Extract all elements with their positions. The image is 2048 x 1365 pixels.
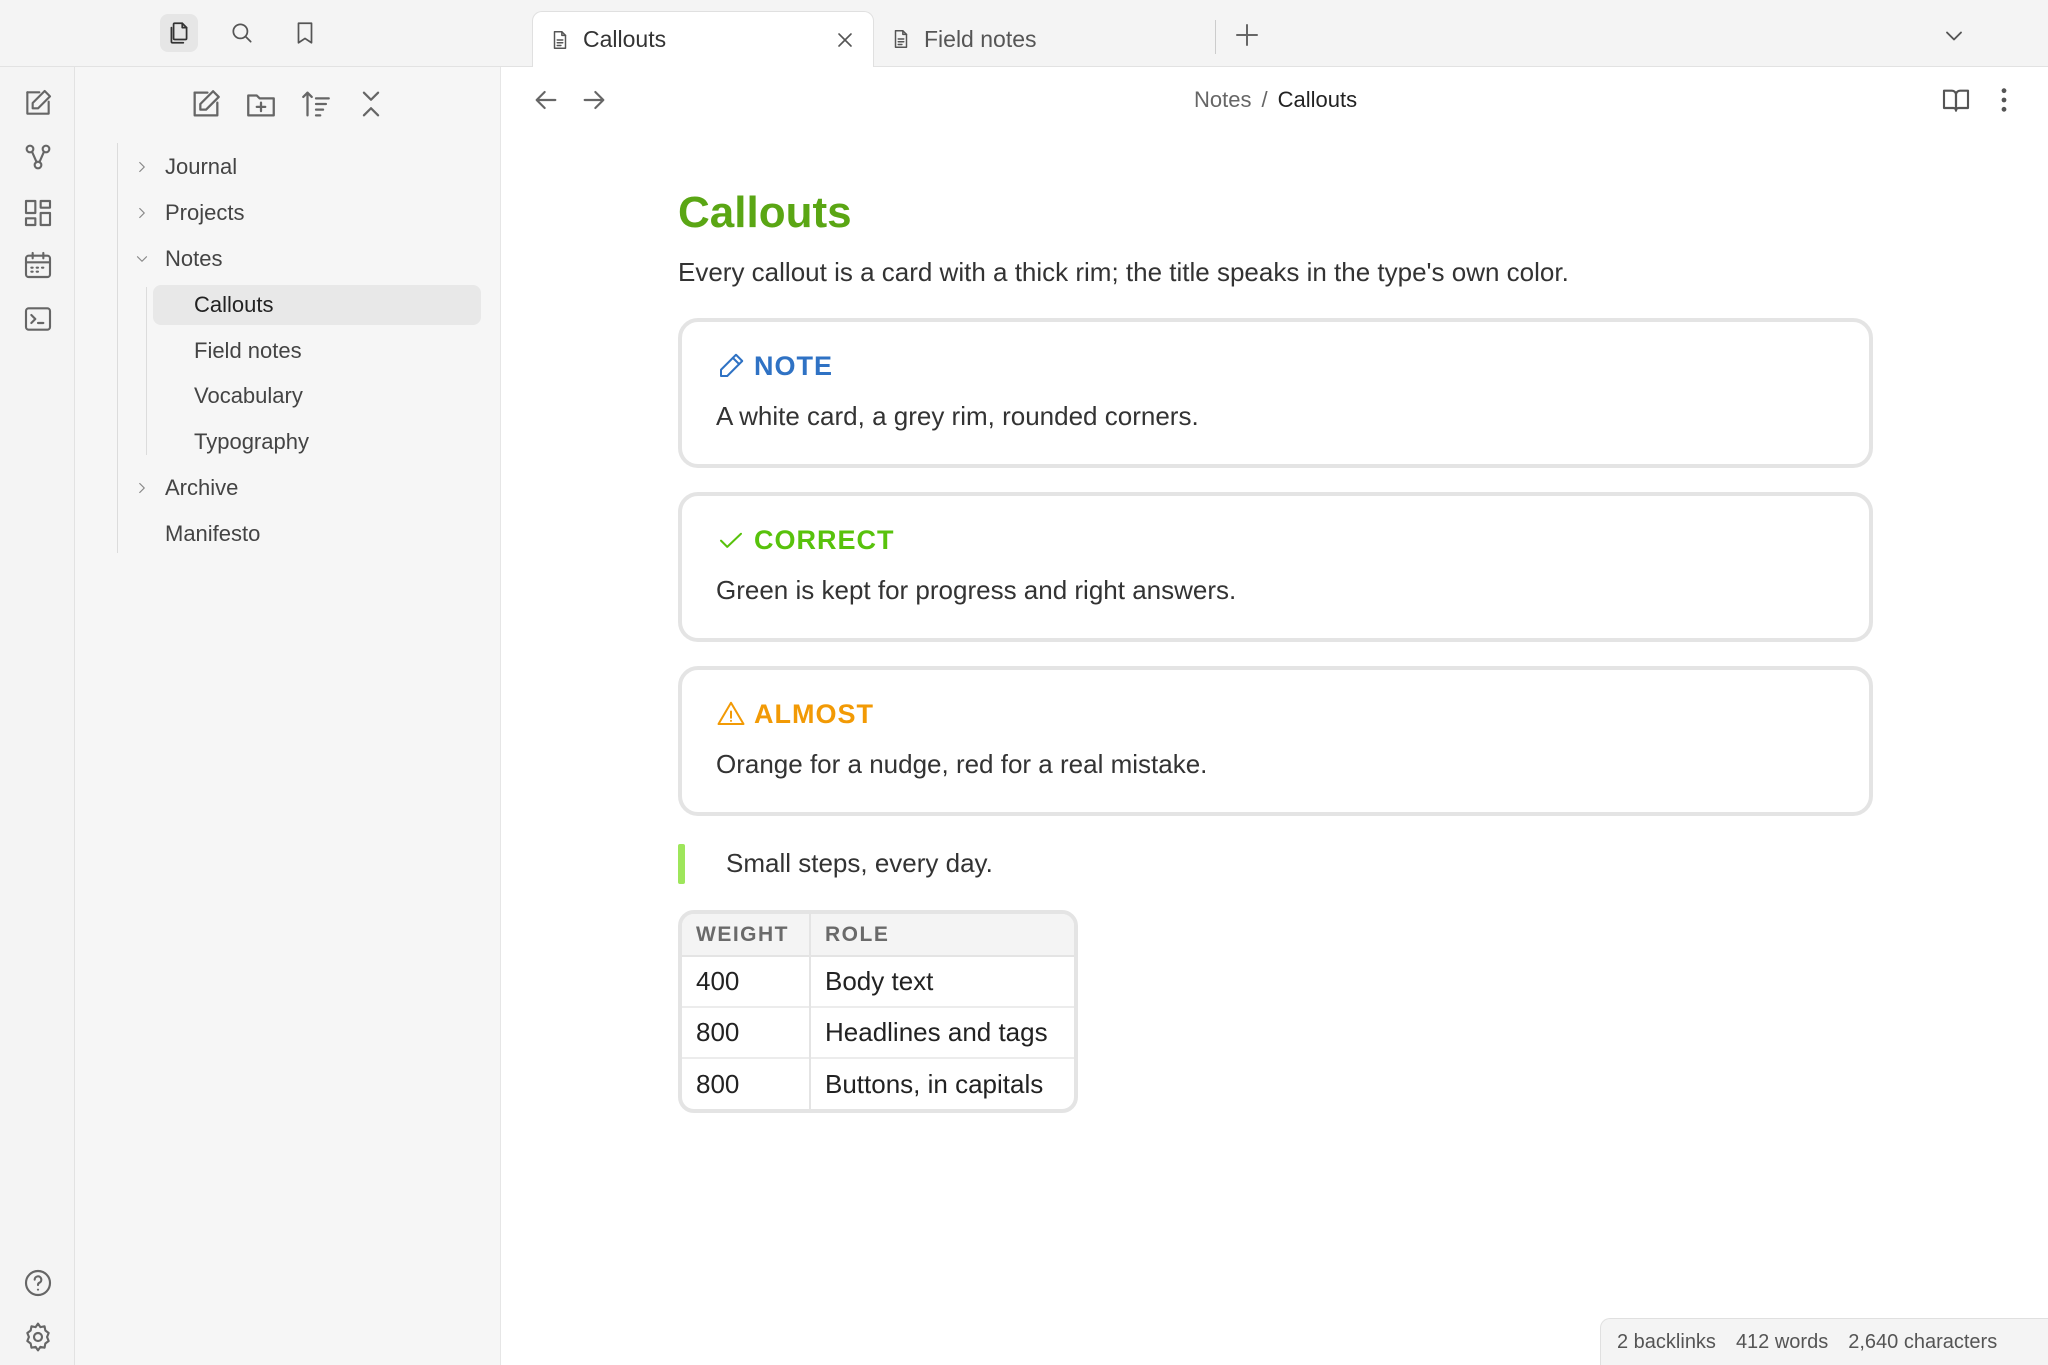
files-icon[interactable] <box>160 14 198 52</box>
character-count: 2,640 characters <box>1848 1330 1998 1353</box>
table-cell[interactable]: Body text <box>810 955 1074 1007</box>
backlinks-count[interactable]: 2 backlinks <box>1617 1331 1716 1354</box>
close-icon[interactable] <box>833 28 857 52</box>
tree-label: Typography <box>194 429 309 454</box>
callout-body: Orange for a nudge, red for a real mista… <box>716 749 1208 779</box>
weights-table[interactable]: WEIGHT ROLE 400 Body text 800 Headlines … <box>678 910 1078 1113</box>
callout-title: NOTE <box>716 348 1835 384</box>
chevron-right-icon[interactable] <box>133 158 151 176</box>
folder-projects[interactable]: Projects <box>139 193 245 233</box>
breadcrumb-parent[interactable]: Notes <box>1194 87 1251 113</box>
table-cell[interactable]: 400 <box>682 955 811 1007</box>
back-arrow-icon[interactable] <box>530 84 562 116</box>
tree-label: Vocabulary <box>194 383 303 408</box>
chevron-down-icon[interactable] <box>1940 22 1968 50</box>
chevron-down-icon[interactable] <box>133 250 151 268</box>
graph-icon[interactable] <box>22 141 54 173</box>
table-row: 800 Headlines and tags <box>682 1006 1074 1058</box>
new-folder-icon[interactable] <box>244 87 278 121</box>
tab-label: Field notes <box>924 25 1037 52</box>
callout-almost[interactable]: ALMOST Orange for a nudge, red for a rea… <box>678 666 1873 816</box>
file-vocabulary[interactable]: Vocabulary <box>194 376 303 416</box>
ribbon <box>0 67 75 1365</box>
word-count: 412 words <box>1735 1330 1829 1353</box>
folder-archive[interactable]: Archive <box>139 468 239 508</box>
bookmark-icon[interactable] <box>286 14 324 52</box>
table-header-row: WEIGHT ROLE <box>682 914 1074 957</box>
file-typography[interactable]: Typography <box>194 422 309 462</box>
tab-separator <box>1215 20 1216 54</box>
tab-label: Callouts <box>583 26 667 52</box>
chevron-right-icon[interactable] <box>133 479 151 497</box>
tree-guide <box>117 143 118 553</box>
tree-label: Journal <box>165 154 238 179</box>
breadcrumb-current[interactable]: Callouts <box>1278 87 1357 113</box>
callout-title: ALMOST <box>716 696 1835 732</box>
callout-title-text: CORRECT <box>754 524 895 555</box>
more-options-icon[interactable] <box>1988 84 2020 116</box>
reading-view-icon[interactable] <box>1940 84 1972 116</box>
warning-icon <box>717 701 745 725</box>
blockquote: Small steps, every day. <box>678 842 1873 884</box>
new-note-icon[interactable] <box>22 87 54 119</box>
gear-icon[interactable] <box>22 1321 54 1353</box>
table-cell[interactable]: 800 <box>682 1057 811 1109</box>
tree-label: Archive <box>165 475 239 500</box>
tree-label: Callouts <box>194 292 274 317</box>
callout-correct[interactable]: CORRECT Green is kept for progress and r… <box>678 492 1873 642</box>
breadcrumb-separator: / <box>1261 87 1268 112</box>
pencil-icon <box>720 353 744 377</box>
tab-callouts[interactable]: Callouts <box>532 11 874 67</box>
table-row: 400 Body text <box>682 955 1074 1007</box>
terminal-icon[interactable] <box>22 303 54 335</box>
document-icon <box>553 30 567 49</box>
breadcrumb: Notes / Callouts <box>1194 84 1357 116</box>
document-icon <box>894 30 908 48</box>
tree-label: Notes <box>165 246 223 271</box>
intro-paragraph: Every callout is a card with a thick rim… <box>678 257 1569 287</box>
folder-journal[interactable]: Journal <box>139 147 238 187</box>
new-note-icon[interactable] <box>189 87 223 121</box>
callout-title-text: NOTE <box>754 350 834 381</box>
file-callouts[interactable]: Callouts <box>153 285 481 325</box>
quote-bar <box>678 844 685 884</box>
chevron-right-icon[interactable] <box>133 204 151 222</box>
column-header: WEIGHT <box>682 914 811 957</box>
tree-label: Projects <box>165 200 245 225</box>
status-bar: 2 backlinks 412 words 2,640 characters <box>1600 1318 2048 1365</box>
file-manifesto[interactable]: Manifesto <box>165 514 260 554</box>
tree-guide <box>146 287 147 455</box>
callout-title: CORRECT <box>716 522 1835 558</box>
tree-label: Field notes <box>194 338 302 363</box>
note-content[interactable]: Callouts Every callout is a card with a … <box>678 180 1873 1113</box>
column-header: ROLE <box>810 914 1074 957</box>
callout-body: Green is kept for progress and right ans… <box>716 575 1237 605</box>
sort-icon[interactable] <box>299 87 333 121</box>
file-field-notes[interactable]: Field notes <box>194 331 302 371</box>
callout-body: A white card, a grey rim, rounded corner… <box>716 401 1199 431</box>
file-explorer: Journal Projects Notes Callouts Field no… <box>75 67 501 1365</box>
quote-text: Small steps, every day. <box>726 848 993 878</box>
callout-title-text: ALMOST <box>754 698 874 729</box>
folder-notes[interactable]: Notes <box>136 239 223 279</box>
table-cell[interactable]: Buttons, in capitals <box>810 1057 1074 1109</box>
title-bar: Callouts Field notes <box>0 0 2048 67</box>
table-cell[interactable]: Headlines and tags <box>810 1006 1074 1058</box>
calendar-icon[interactable] <box>22 249 54 281</box>
canvas-icon[interactable] <box>22 197 54 229</box>
collapse-all-icon[interactable] <box>354 87 388 121</box>
table-row: 800 Buttons, in capitals <box>682 1057 1074 1109</box>
note-title: Callouts <box>678 188 852 237</box>
tree-label: Manifesto <box>165 521 261 546</box>
table-cell[interactable]: 800 <box>682 1006 811 1058</box>
callout-note[interactable]: NOTE A white card, a grey rim, rounded c… <box>678 318 1873 468</box>
search-icon[interactable] <box>223 14 261 52</box>
check-icon <box>720 532 742 548</box>
forward-arrow-icon[interactable] <box>578 84 610 116</box>
new-tab-icon[interactable] <box>1232 20 1262 50</box>
help-icon[interactable] <box>22 1267 54 1299</box>
tab-field-notes[interactable]: Field notes <box>890 11 1220 67</box>
